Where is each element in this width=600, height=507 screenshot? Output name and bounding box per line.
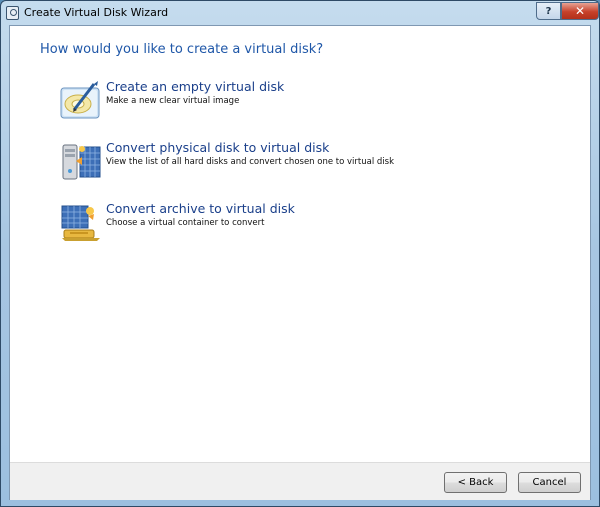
physical-disk-icon (62, 144, 101, 180)
option-convert-physical[interactable]: Convert physical disk to virtual disk Vi… (60, 139, 460, 183)
option-title: Create an empty virtual disk (106, 79, 285, 94)
back-button[interactable]: < Back (444, 472, 507, 493)
title-bar[interactable]: Create Virtual Disk Wizard ? ✕ (1, 1, 599, 25)
archive-convert-icon (61, 205, 100, 241)
wizard-window: Create Virtual Disk Wizard ? ✕ How would… (0, 0, 600, 507)
option-title: Convert physical disk to virtual disk (106, 140, 330, 155)
empty-disk-icon (60, 81, 100, 119)
option-description: Choose a virtual container to convert (106, 218, 265, 228)
option-description: View the list of all hard disks and conv… (106, 157, 395, 167)
option-title: Convert archive to virtual disk (106, 201, 295, 216)
option-description: Make a new clear virtual image (106, 96, 240, 106)
app-icon (6, 6, 19, 20)
cancel-button[interactable]: Cancel (518, 472, 581, 493)
window-title: Create Virtual Disk Wizard (24, 6, 169, 19)
button-bar: < Back Cancel (10, 462, 590, 500)
wizard-content: How would you like to create a virtual d… (9, 25, 591, 500)
help-button[interactable]: ? (536, 2, 561, 20)
option-create-empty[interactable]: Create an empty virtual disk Make a new … (60, 78, 460, 122)
option-convert-archive[interactable]: Convert archive to virtual disk Choose a… (60, 200, 460, 244)
close-button[interactable]: ✕ (561, 2, 599, 20)
page-title: How would you like to create a virtual d… (40, 42, 324, 57)
